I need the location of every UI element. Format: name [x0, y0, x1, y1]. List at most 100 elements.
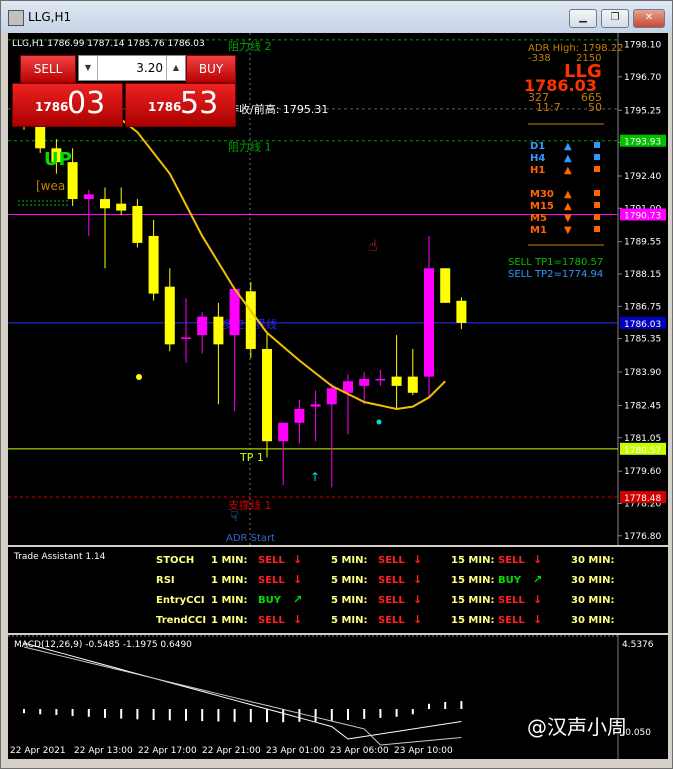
signal-sell: SELL — [498, 555, 525, 566]
down-arrow-icon: ↓ — [413, 613, 422, 626]
up-arrow-icon: ↗ — [293, 593, 302, 606]
chart-window-icon — [8, 10, 24, 26]
candle-body — [245, 291, 256, 349]
down-arrow-icon: ↓ — [413, 573, 422, 586]
timeframe-label: 1 MIN: — [211, 615, 247, 626]
price-marker-label: 1790.73 — [624, 212, 661, 222]
down-arrow-icon: ↓ — [533, 593, 542, 606]
signal-sell: SELL — [378, 575, 405, 586]
candle-body — [310, 404, 321, 407]
watermark: @汉声小周 — [527, 715, 627, 739]
price-tick-label: 1781.05 — [624, 434, 661, 444]
price-tick-label: 1795.25 — [624, 106, 661, 116]
hand-up-icon: ☝ — [368, 236, 378, 255]
lot-size-value[interactable]: 3.20 — [99, 56, 163, 80]
down-arrow-icon: ↓ — [533, 553, 542, 566]
sell-price-pips: 03 — [67, 86, 106, 121]
lot-size-input[interactable]: ▼ 3.20 ▲ — [78, 55, 186, 81]
signal-buy: BUY — [258, 595, 282, 606]
hand-down-icon: ☟ — [230, 509, 239, 525]
lot-decrease-icon[interactable]: ▼ — [79, 56, 98, 80]
candle-body — [262, 348, 272, 442]
buy-button[interactable]: BUY — [186, 55, 236, 83]
price-tick-label: 1798.10 — [624, 41, 661, 51]
one-click-trading-panel: SELL ▼ 3.20 ▲ BUY 1786 03 1786 53 — [12, 51, 236, 137]
price-tick-label: 1796.70 — [624, 73, 661, 83]
buy-price-prefix: 1786 — [148, 100, 182, 114]
price-tick-label: 1783.90 — [624, 368, 661, 378]
timeframe-label: 5 MIN: — [331, 575, 367, 586]
cyan-up-arrow-icon: ↑ — [310, 470, 320, 484]
candle-body — [148, 235, 159, 294]
timeframe-label: 30 MIN: — [571, 615, 614, 626]
price-tick-label: 1785.35 — [624, 335, 661, 345]
trade-assistant-panel: Trade Assistant 1.14 STOCH 1 MIN: SELL ↓ 5 M… — [8, 547, 668, 633]
level-label-tp1: TP 1 — [239, 451, 264, 464]
timeframe-label: 30 MIN: — [571, 575, 614, 586]
candle-body — [375, 378, 386, 381]
signal-sell: SELL — [258, 615, 285, 626]
mt4-chart-window: LLG,H1 ▁ ❐ ✕ 阻力线 2昨收/前高: 1795.31阻力线 1多空分… — [0, 0, 673, 769]
price-tick-label: 1776.80 — [624, 532, 661, 542]
price-tick-label: 1786.75 — [624, 302, 661, 312]
signal-sell: SELL — [378, 615, 405, 626]
signal-sell: SELL — [378, 595, 405, 606]
price-tick-label: 1789.55 — [624, 238, 661, 248]
level-label-resistance-1: 阻力线 1 — [228, 140, 272, 154]
timeframe-label: 15 MIN: — [451, 595, 494, 606]
candle-body — [164, 286, 175, 345]
candle-body — [229, 289, 240, 336]
wea-label: [wea — [36, 179, 65, 193]
signal-sell: SELL — [258, 575, 285, 586]
time-axis-label: 23 Apr 06:00 — [330, 746, 389, 756]
signal-sell: SELL — [498, 595, 525, 606]
candle-body — [424, 268, 434, 377]
timeframe-label: 30 MIN: — [571, 555, 614, 566]
down-arrow-icon: ↓ — [413, 553, 422, 566]
down-arrow-icon: ↓ — [413, 593, 422, 606]
symbol-header: LLG,H1 1786.99 1787.14 1785.76 1786.03 — [12, 39, 205, 49]
timeframe-label: 15 MIN: — [451, 575, 494, 586]
level-label-prev-high: 昨收/前高: 1795.31 — [228, 102, 328, 116]
macd-panel[interactable]: MACD(12,26,9) -0.5485 -1.1975 0.6490 4.5… — [8, 635, 668, 759]
macd-line — [23, 642, 462, 740]
timeframe-label: 30 MIN: — [571, 595, 614, 606]
indicator-name-entrycci: EntryCCI — [156, 595, 205, 606]
sell-price-box[interactable]: 1786 03 — [12, 83, 123, 127]
yellow-dot — [136, 374, 142, 380]
close-button[interactable]: ✕ — [633, 9, 665, 28]
candle-body — [197, 316, 208, 336]
timeframe-label: 15 MIN: — [451, 615, 494, 626]
maximize-button[interactable]: ❐ — [601, 9, 629, 28]
timeframe-label: 1 MIN: — [211, 595, 247, 606]
up-label: UP — [44, 149, 72, 170]
sell-button[interactable]: SELL — [20, 55, 76, 83]
macd-canvas: MACD(12,26,9) -0.5485 -1.1975 0.6490 4.5… — [8, 635, 654, 759]
timeframe-label: 5 MIN: — [331, 595, 367, 606]
candle-body — [407, 376, 418, 393]
price-chart[interactable]: 阻力线 2昨收/前高: 1795.31阻力线 1多空分界线TP 1支撑线 1 1… — [8, 33, 668, 545]
indicator-name-stoch: STOCH — [156, 555, 194, 566]
signal-sell: SELL — [258, 555, 285, 566]
timeframe-label: 5 MIN: — [331, 555, 367, 566]
trade-assistant-canvas: Trade Assistant 1.14 STOCH 1 MIN: SELL ↓ 5 M… — [13, 552, 614, 626]
price-tick-label: 1782.45 — [624, 401, 661, 411]
timeframe-label: 15 MIN: — [451, 555, 494, 566]
down-arrow-icon: ↓ — [293, 573, 302, 586]
macd-label: MACD(12,26,9) -0.5485 -1.1975 0.6490 — [14, 640, 192, 650]
time-axis-label: 23 Apr 10:00 — [394, 746, 453, 756]
adr-start-label: ADR Start — [226, 533, 275, 544]
title-bar: LLG,H1 ▁ ❐ ✕ — [1, 1, 672, 33]
candle-body — [440, 268, 451, 303]
down-arrow-icon: ↓ — [293, 613, 302, 626]
timeframe-label: 5 MIN: — [331, 615, 367, 626]
lot-increase-icon[interactable]: ▲ — [166, 56, 185, 80]
signal-sell: SELL — [498, 615, 525, 626]
price-tick-label: 1779.60 — [624, 467, 661, 477]
indicator-name-rsi: RSI — [156, 575, 175, 586]
candle-body — [294, 408, 305, 423]
buy-price-box[interactable]: 1786 53 — [125, 83, 236, 127]
candle-body — [181, 337, 191, 339]
candle-body — [116, 203, 127, 211]
minimize-button[interactable]: ▁ — [569, 9, 597, 28]
